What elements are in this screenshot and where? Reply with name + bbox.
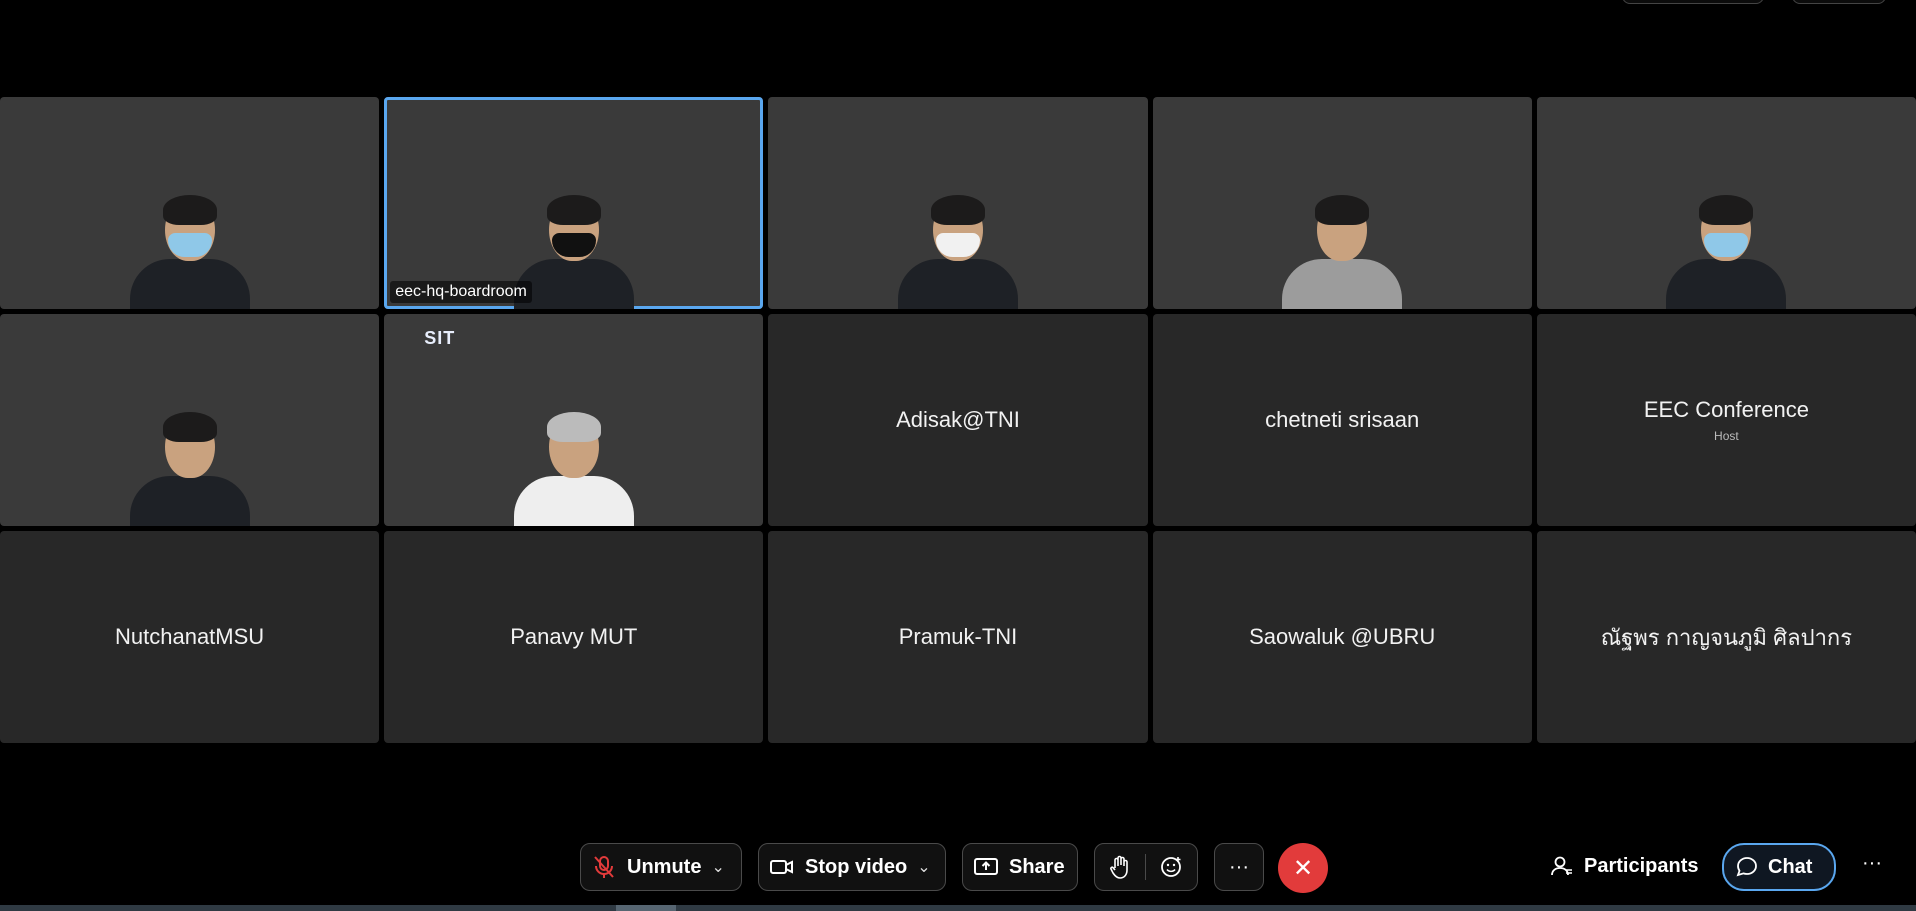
chevron-down-icon[interactable]: ⌄ [917, 857, 930, 877]
end-call-button[interactable]: ✕ [1278, 843, 1328, 893]
share-button[interactable]: Share [962, 843, 1078, 891]
chat-bubble-icon [1734, 855, 1760, 879]
chat-label: Chat [1768, 855, 1813, 878]
more-options-button[interactable]: ··· [1214, 843, 1264, 891]
participant-name: Pramuk-TNI [898, 624, 1018, 649]
participants-icon [1550, 854, 1574, 878]
participant-video-tile[interactable] [0, 314, 380, 526]
reactions-group [1094, 843, 1198, 891]
participants-label: Participants [1584, 854, 1699, 877]
participant-name-label: eec-hq-boardroom [390, 281, 532, 303]
virtual-background-banner: SIT [424, 328, 456, 348]
participant-video [129, 195, 250, 309]
close-icon: ✕ [1292, 854, 1314, 882]
top-control-pill-right[interactable] [1792, 0, 1886, 4]
share-screen-icon [973, 857, 999, 877]
meeting-toolbar: Unmute ⌄ Stop video ⌄ Share ··· ✕ Partic [0, 840, 1916, 896]
participant-video-tile[interactable] [768, 97, 1148, 309]
participant-tile[interactable]: Saowaluk @UBRU [1152, 531, 1532, 743]
participant-name: chetneti srisaan [1265, 407, 1420, 432]
bottom-status-bar [0, 905, 1916, 911]
participant-video [513, 412, 634, 526]
participant-tile[interactable]: Adisak@TNI [768, 314, 1148, 526]
participant-video [129, 412, 250, 526]
participant-tile[interactable]: chetneti srisaan [1152, 314, 1532, 526]
participants-button[interactable]: Participants [1550, 854, 1698, 878]
host-badge: Host [1714, 429, 1739, 443]
participant-video-tile[interactable] [1152, 97, 1532, 309]
video-camera-icon [769, 858, 795, 876]
more-dots-icon: ··· [1229, 855, 1249, 878]
unmute-label: Unmute [627, 855, 702, 878]
participant-video [1666, 195, 1787, 309]
participant-video-tile[interactable] [0, 97, 380, 309]
emoji-reaction-icon[interactable] [1146, 855, 1198, 879]
participant-name: Adisak@TNI [896, 407, 1020, 432]
participant-name: EEC Conference [1643, 397, 1809, 422]
participant-tile[interactable]: NutchanatMSU [0, 531, 380, 743]
participant-name: NutchanatMSU [115, 624, 265, 649]
top-control-pill-left[interactable] [1622, 0, 1764, 4]
raise-hand-icon[interactable] [1095, 855, 1145, 879]
participant-video-tile[interactable]: SIT [384, 314, 764, 526]
participant-video-tile-active[interactable]: eec-hq-boardroom [384, 97, 764, 309]
participant-tile[interactable]: Panavy MUT [384, 531, 764, 743]
participant-video [897, 195, 1018, 309]
share-label: Share [1009, 855, 1065, 878]
participant-name: Saowaluk @UBRU [1249, 624, 1436, 649]
bottom-bar-indicator [616, 905, 676, 911]
chevron-down-icon[interactable]: ⌄ [711, 857, 724, 877]
overflow-dots-icon: ··· [1862, 852, 1882, 874]
participant-video-tile[interactable] [1536, 97, 1916, 309]
participant-tile[interactable]: ณัฐพร กาญจนภูมิ ศิลปากร [1536, 531, 1916, 743]
participant-name: ณัฐพร กาญจนภูมิ ศิลปากร [1600, 624, 1853, 650]
participant-tile-host[interactable]: EEC Conference Host [1536, 314, 1916, 526]
participant-name: Panavy MUT [510, 624, 638, 649]
participant-tile[interactable]: Pramuk-TNI [768, 531, 1148, 743]
unmute-button[interactable]: Unmute ⌄ [580, 843, 742, 891]
chat-button[interactable]: Chat [1722, 843, 1836, 891]
microphone-muted-icon [591, 855, 617, 879]
overflow-menu-button[interactable]: ··· [1862, 852, 1882, 875]
stop-video-button[interactable]: Stop video ⌄ [758, 843, 946, 891]
stop-video-label: Stop video [805, 855, 908, 878]
video-grid: eec-hq-boardroom SIT Adisak@TNI chetneti… [0, 97, 1916, 747]
participant-video [1282, 195, 1403, 309]
